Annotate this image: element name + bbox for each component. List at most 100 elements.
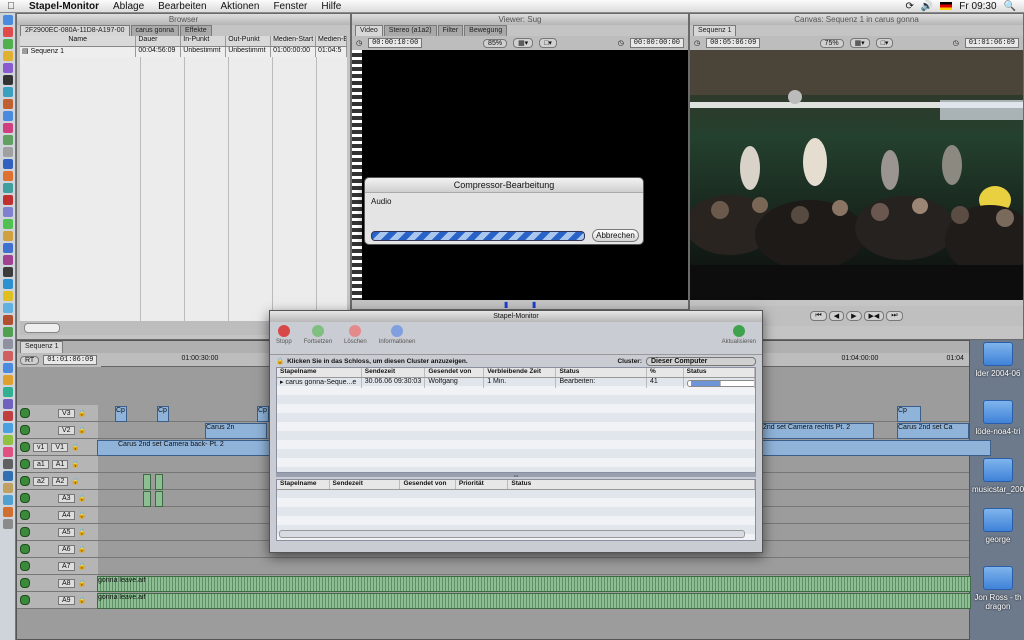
- col-gesendet-von[interactable]: Gesendet von: [400, 480, 456, 489]
- dock-app-icon[interactable]: [3, 63, 13, 73]
- dock-app-icon[interactable]: [3, 327, 13, 337]
- zoom-popup[interactable]: 75%: [819, 38, 844, 48]
- desktop-folder[interactable]: lder 2004-06: [972, 342, 1024, 378]
- track-label[interactable]: A9: [58, 595, 75, 605]
- dock-app-icon[interactable]: [3, 159, 13, 169]
- fortsetzen-button[interactable]: Fortsetzen: [304, 325, 332, 351]
- visibility-toggle-icon[interactable]: [20, 408, 30, 418]
- abbrechen-button[interactable]: Abbrechen: [592, 229, 639, 242]
- canvas-duration[interactable]: 00:05:06:09: [706, 38, 761, 48]
- lock-icon[interactable]: 🔒: [78, 562, 87, 570]
- dock-app-icon[interactable]: [3, 399, 13, 409]
- sync-icon[interactable]: ⟳: [905, 1, 913, 12]
- audio-enable-icon[interactable]: [20, 459, 30, 469]
- in-point-marker[interactable]: ▮: [504, 300, 508, 309]
- dock-app-icon[interactable]: [3, 207, 13, 217]
- dock-app-icon[interactable]: [3, 471, 13, 481]
- lock-icon[interactable]: 🔒: [71, 477, 80, 485]
- split-handle[interactable]: •••: [276, 473, 756, 478]
- audio-clip-a9[interactable]: gonna leave.aif: [97, 593, 971, 609]
- track-label[interactable]: A5: [58, 527, 75, 537]
- menu-ablage[interactable]: Ablage: [106, 1, 151, 12]
- clip-v3[interactable]: Cp: [897, 406, 921, 422]
- clip-v3[interactable]: Cp: [257, 406, 269, 422]
- col-sendezeit[interactable]: Sendezeit: [330, 480, 401, 489]
- lock-icon[interactable]: 🔒: [78, 528, 87, 536]
- tab-sequenz-1[interactable]: Sequenz 1: [693, 25, 737, 36]
- col-status-bar[interactable]: Status: [684, 368, 755, 377]
- play-icon[interactable]: ▶: [846, 311, 862, 321]
- desktop-folder[interactable]: george: [972, 508, 1024, 544]
- tab-bewegung[interactable]: Bewegung: [464, 25, 508, 36]
- dock-app-icon[interactable]: [3, 495, 13, 505]
- rt-popup[interactable]: RT: [20, 355, 40, 365]
- apple-menu-icon[interactable]: : [0, 1, 22, 12]
- tab-timeline-sequenz[interactable]: Sequenz 1: [20, 341, 64, 353]
- display-options-popup[interactable]: □▾: [875, 38, 894, 48]
- col-medien-end[interactable]: Medien-End: [316, 36, 347, 46]
- audio-enable-icon[interactable]: [20, 578, 30, 588]
- clip-v3[interactable]: Cp: [115, 406, 127, 422]
- desktop-folder[interactable]: Jon Ross - th dragon: [972, 566, 1024, 611]
- dock-app-icon[interactable]: [3, 303, 13, 313]
- audio-enable-icon[interactable]: [20, 510, 30, 520]
- finder-icon[interactable]: [3, 15, 13, 25]
- tab-filter[interactable]: Filter: [437, 25, 464, 36]
- dock-app-icon[interactable]: [3, 99, 13, 109]
- track-label[interactable]: A3: [58, 493, 75, 503]
- spotlight-icon[interactable]: 🔍: [1004, 1, 1016, 12]
- desktop-folder[interactable]: löde-noa4-tri: [972, 400, 1024, 436]
- track-label[interactable]: V1: [51, 442, 68, 452]
- dock-app-icon[interactable]: [3, 447, 13, 457]
- zoom-popup[interactable]: 85%: [483, 38, 508, 48]
- tab-video[interactable]: Video: [355, 25, 383, 36]
- dock-app-icon[interactable]: [3, 459, 13, 469]
- language-flag-icon[interactable]: [940, 2, 953, 10]
- audio-enable-icon[interactable]: [20, 527, 30, 537]
- dock-app-icon[interactable]: [3, 483, 13, 493]
- dock-app-icon[interactable]: [3, 243, 13, 253]
- batch-row[interactable]: ▸ carus gonna-Seque...e 30.06.06 09:30:0…: [277, 378, 755, 388]
- menu-aktionen[interactable]: Aktionen: [214, 1, 267, 12]
- dock-app-icon[interactable]: [3, 315, 13, 325]
- play-in-out-icon[interactable]: ◀: [828, 311, 845, 321]
- col-status[interactable]: Status: [508, 480, 755, 489]
- audio-enable-icon[interactable]: [20, 476, 30, 486]
- viewer-scrubber[interactable]: ▮ ▮: [352, 300, 688, 309]
- col-status[interactable]: Status: [556, 368, 647, 377]
- dock-app-icon[interactable]: [3, 27, 13, 37]
- audio-clip-a8[interactable]: gonna leave.aif: [97, 576, 971, 592]
- next-edit-icon[interactable]: ⏭: [886, 311, 903, 321]
- view-options-popup[interactable]: ▦▾: [849, 38, 870, 48]
- lock-icon[interactable]: 🔒: [71, 460, 80, 468]
- dock-app-icon[interactable]: [3, 111, 13, 121]
- app-menu[interactable]: Stapel-Monitor: [22, 1, 106, 12]
- dock-app-icon[interactable]: [3, 195, 13, 205]
- lock-icon[interactable]: 🔒: [71, 443, 80, 451]
- visibility-toggle-icon[interactable]: [20, 442, 30, 452]
- concert-video-frame[interactable]: [690, 50, 1023, 300]
- play-around-icon[interactable]: ▶◀: [863, 311, 885, 321]
- disclosure-triangle-icon[interactable]: ▸: [280, 379, 284, 386]
- col-dauer[interactable]: Dauer: [136, 36, 182, 46]
- dock-app-icon[interactable]: [3, 255, 13, 265]
- tab-project[interactable]: 2F2900EC-080A-11D8-A197-00: [20, 25, 130, 36]
- audio-clip-a2[interactable]: [155, 474, 163, 490]
- audio-enable-icon[interactable]: [20, 493, 30, 503]
- source-label[interactable]: a1: [33, 459, 49, 469]
- lock-icon[interactable]: 🔒: [78, 579, 87, 587]
- audio-clip-a3[interactable]: [155, 491, 163, 507]
- visibility-toggle-icon[interactable]: [20, 425, 30, 435]
- col-verbleibende-zeit[interactable]: Verbleibende Zeit: [484, 368, 557, 377]
- dock-app-icon[interactable]: [3, 87, 13, 97]
- dock-app-icon[interactable]: [3, 291, 13, 301]
- dock-app-icon[interactable]: [3, 51, 13, 61]
- dock-app-icon[interactable]: [3, 219, 13, 229]
- dock-app-icon[interactable]: [3, 363, 13, 373]
- view-options-popup[interactable]: ▦▾: [513, 38, 534, 48]
- audio-enable-icon[interactable]: [20, 561, 30, 571]
- col-out[interactable]: Out-Punkt: [226, 36, 272, 46]
- track-label[interactable]: A8: [58, 578, 75, 588]
- col-in[interactable]: In-Punkt: [181, 36, 227, 46]
- dock-app-icon[interactable]: [3, 339, 13, 349]
